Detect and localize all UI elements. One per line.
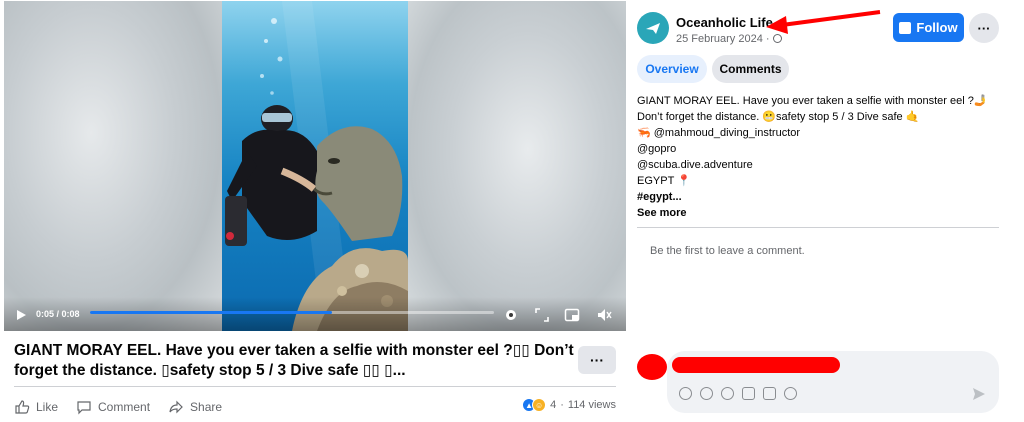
redacted-avatar (637, 354, 667, 380)
video-blur-left (4, 1, 222, 331)
redacted-name-bar (672, 357, 840, 373)
caption-line: GIANT MORAY EEL. Have you ever taken a s… (637, 95, 988, 107)
settings-gear-icon[interactable] (503, 307, 519, 323)
page-more-options-button[interactable]: ··· (969, 13, 999, 43)
video-frame[interactable] (222, 1, 408, 331)
comment-button[interactable]: Comment (76, 399, 150, 415)
caption-line: EGYPT 📍 (637, 175, 691, 187)
diver-with-eel-image (225, 1, 408, 331)
caption-line: @gopro (637, 143, 677, 155)
follow-page-icon (899, 21, 912, 34)
picture-in-picture-icon[interactable] (564, 307, 580, 323)
hashtag-link[interactable]: #egypt... (637, 189, 1002, 205)
sticker-icon[interactable] (679, 387, 692, 400)
caption-line: Don’t forget the distance. 😬safety stop … (637, 111, 920, 123)
sticker-face-icon[interactable] (784, 387, 797, 400)
red-arrow-annotation (766, 10, 881, 34)
share-icon (169, 400, 183, 414)
video-time: 0:05 / 0:08 (36, 309, 80, 319)
post-more-options-button[interactable]: ··· (578, 346, 616, 374)
like-button[interactable]: Like (14, 399, 58, 415)
tab-overview[interactable]: Overview (637, 55, 707, 83)
video-progress-bar[interactable] (90, 311, 494, 314)
thumbs-up-icon (15, 400, 30, 414)
emoji-icon[interactable] (721, 387, 734, 400)
comment-label: Comment (98, 400, 151, 414)
follow-button[interactable]: Follow (893, 13, 964, 42)
reaction-count: 4 (550, 399, 557, 411)
follow-label: Follow (916, 20, 958, 35)
reactions-summary[interactable]: ▲ ☺ 4 · 114 views (522, 398, 616, 412)
divider (14, 386, 616, 387)
page-name-link[interactable]: Oceanholic Life (676, 15, 773, 30)
haha-reaction-icon: ☺ (532, 398, 547, 412)
like-label: Like (36, 400, 59, 414)
post-title: GIANT MORAY EEL. Have you ever taken a s… (14, 342, 574, 379)
expand-icon[interactable] (534, 307, 550, 323)
composer-toolbar (679, 387, 797, 400)
post-action-bar: Like Comment Share (14, 394, 240, 420)
send-icon[interactable] (972, 387, 986, 401)
tab-comments[interactable]: Comments (712, 55, 789, 83)
camera-icon[interactable] (742, 387, 755, 400)
caption-line: 🦐 @mahmoud_diving_instructor (637, 127, 801, 139)
see-more-link[interactable]: See more (637, 205, 1002, 221)
share-label: Share (190, 400, 223, 414)
separator-dot: · (560, 399, 564, 411)
empty-comments-text: Be the first to leave a comment. (650, 245, 805, 257)
video-progress-fill (90, 311, 333, 314)
play-icon[interactable] (14, 308, 28, 322)
avatar-sticker-icon[interactable] (700, 387, 713, 400)
airplane-logo-icon (646, 23, 660, 34)
post-caption: GIANT MORAY EEL. Have you ever taken a s… (637, 93, 1002, 221)
view-count: 114 views (567, 399, 616, 411)
post-date-text: 25 February 2024 · (676, 33, 770, 45)
mute-icon[interactable] (596, 307, 612, 323)
comment-icon (77, 401, 91, 415)
caption-line: @scuba.dive.adventure (637, 159, 753, 171)
page-avatar[interactable] (637, 12, 669, 44)
video-blur-right (408, 1, 626, 331)
gif-icon[interactable] (763, 387, 776, 400)
share-button[interactable]: Share (168, 399, 222, 415)
video-controls-bar: 0:05 / 0:08 (4, 297, 626, 331)
video-player[interactable]: 0:05 / 0:08 (4, 1, 626, 331)
divider (637, 227, 999, 228)
